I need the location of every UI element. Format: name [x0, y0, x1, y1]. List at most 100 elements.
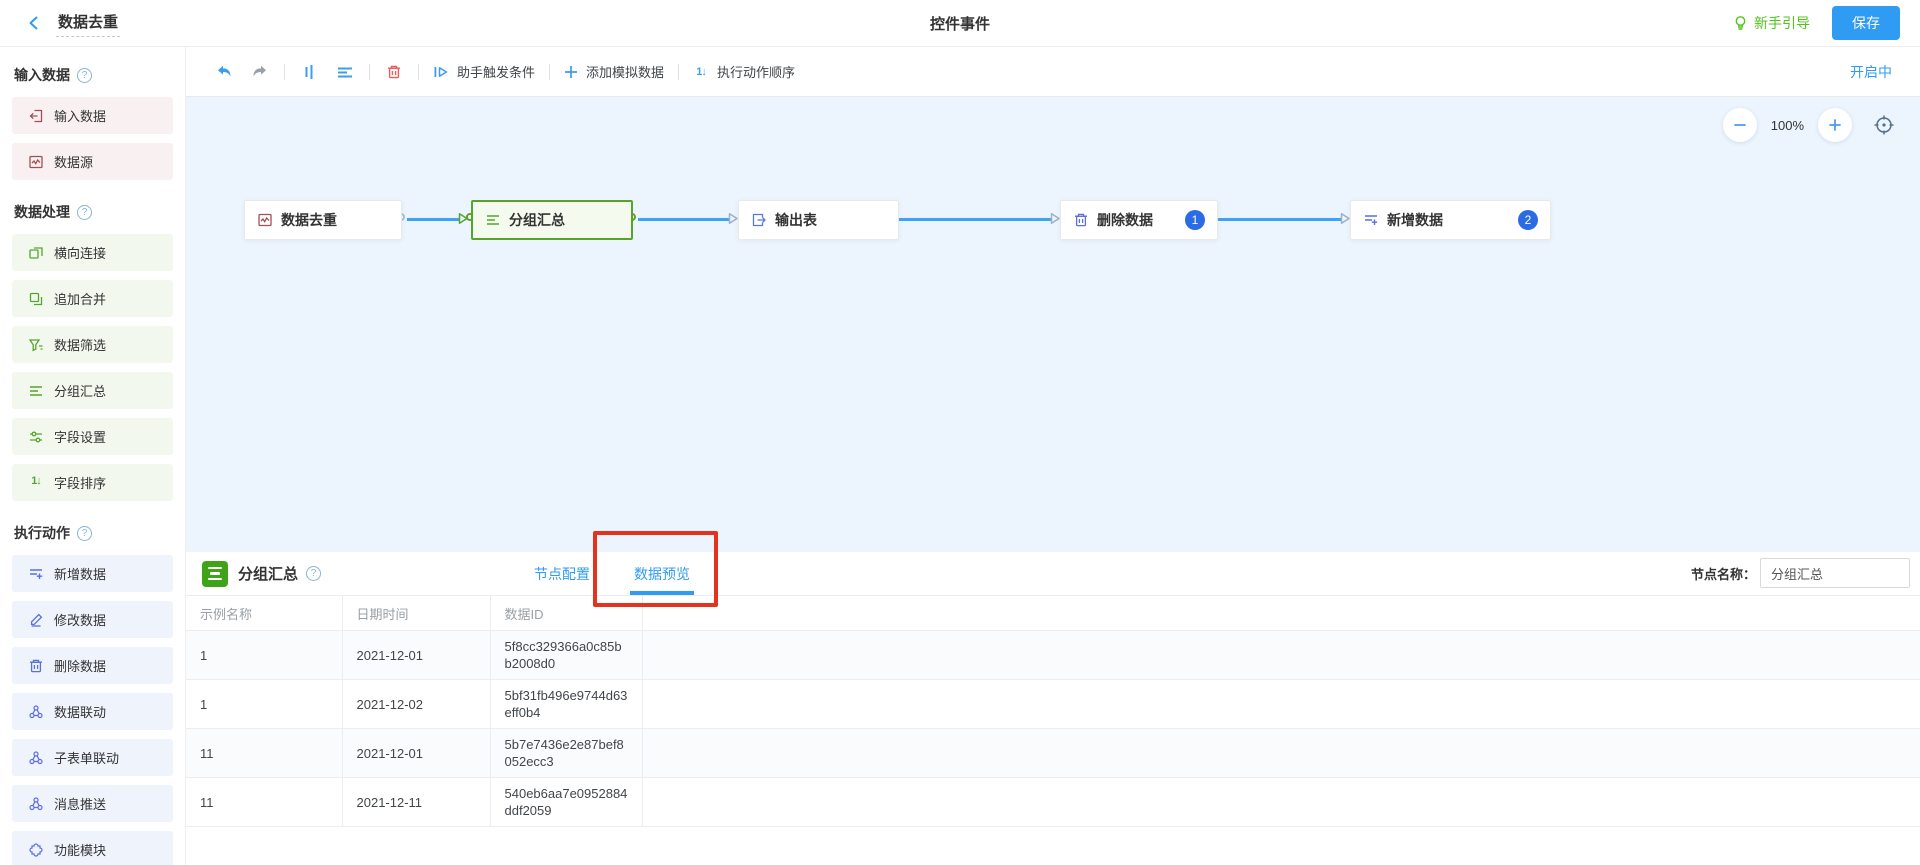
flow-node-group-summary[interactable]: 分组汇总 — [471, 200, 633, 240]
panel-tabs: 节点配置 数据预览 — [530, 552, 694, 595]
dedupe-node-icon — [257, 212, 273, 228]
help-icon[interactable] — [77, 68, 92, 83]
cell-sample-name: 1 — [186, 631, 342, 680]
sidebar-item-group-summary[interactable]: 分组汇总 — [12, 372, 173, 409]
sidebar-item-input-data[interactable]: 输入数据 — [12, 97, 173, 134]
align-vertical-button[interactable] — [299, 62, 319, 82]
locate-center-button[interactable] — [1872, 113, 1896, 137]
align-vertical-icon — [301, 64, 317, 80]
sidebar-item-message-push[interactable]: 消息推送 — [12, 785, 173, 822]
connector-arrow-icon — [458, 212, 469, 225]
table-row[interactable]: 1 2021-12-02 5bf31fb496e9744d63eff0b4 — [186, 680, 1920, 729]
panel-title: 分组汇总 — [238, 563, 298, 584]
message-push-icon — [28, 796, 44, 812]
zoom-out-icon — [1733, 118, 1747, 132]
flow-canvas[interactable]: 100% 数据去重 — [186, 97, 1920, 552]
field-settings-icon — [28, 429, 44, 445]
redo-icon — [251, 64, 269, 79]
column-header-empty — [642, 596, 1920, 631]
group-summary-panel-icon — [202, 561, 228, 587]
tab-node-config[interactable]: 节点配置 — [530, 552, 594, 595]
connector-line — [1218, 218, 1342, 221]
assistant-trigger-button[interactable]: 助手触发条件 — [433, 62, 535, 81]
sidebar-section-actions: 执行动作 新增数据 修改数据 删除数据 数据联动 子表单联动 — [12, 523, 173, 865]
help-icon[interactable] — [306, 566, 321, 581]
delete-data-icon — [28, 658, 44, 674]
group-node-icon — [485, 212, 501, 228]
delete-node-icon — [1073, 212, 1089, 228]
preview-table: 示例名称 日期时间 数据ID 1 2021-12-01 5f8cc329366a… — [186, 595, 1920, 827]
sidebar-section-input: 输入数据 输入数据 数据源 — [12, 65, 173, 180]
align-horizontal-button[interactable] — [335, 62, 355, 82]
flow-node-output-table[interactable]: 输出表 — [738, 200, 899, 240]
flow-status[interactable]: 开启中 — [1850, 62, 1892, 82]
sidebar-item-field-settings[interactable]: 字段设置 — [12, 418, 173, 455]
output-table-icon — [751, 212, 767, 228]
datasource-icon — [28, 154, 44, 170]
sidebar-item-delete-data[interactable]: 删除数据 — [12, 647, 173, 684]
crosshair-icon — [1872, 113, 1896, 137]
flow-node-delete-data[interactable]: 删除数据 1 — [1060, 200, 1218, 240]
filter-icon — [28, 337, 44, 353]
node-name-field: 节点名称： — [1691, 558, 1910, 588]
cell-date: 2021-12-01 — [342, 729, 490, 778]
undo-button[interactable] — [214, 62, 234, 82]
redo-button[interactable] — [250, 62, 270, 82]
function-module-icon — [28, 842, 44, 858]
zoom-in-icon — [1828, 118, 1842, 132]
sidebar-item-append-merge[interactable]: 追加合并 — [12, 280, 173, 317]
flow-node-dedupe[interactable]: 数据去重 — [244, 200, 402, 240]
cell-sample-name: 11 — [186, 778, 342, 827]
subform-linkage-icon — [28, 750, 44, 766]
cell-sample-name: 1 — [186, 680, 342, 729]
tab-data-preview[interactable]: 数据预览 — [630, 552, 694, 595]
help-icon[interactable] — [77, 526, 92, 541]
node-name-input[interactable] — [1760, 558, 1910, 588]
back-button[interactable] — [20, 9, 48, 37]
table-row[interactable]: 11 2021-12-11 540eb6aa7e0952884ddf2059 — [186, 778, 1920, 827]
node-order-badge: 1 — [1185, 210, 1205, 230]
sidebar-item-edit-data[interactable]: 修改数据 — [12, 601, 173, 638]
add-mock-data-button[interactable]: 添加模拟数据 — [564, 62, 664, 81]
add-mock-data-label: 添加模拟数据 — [586, 62, 664, 81]
node-label: 新增数据 — [1387, 210, 1443, 230]
flow-node-add-data[interactable]: 新增数据 2 — [1350, 200, 1551, 240]
page-title: 控件事件 — [930, 13, 990, 34]
sidebar-item-data-linkage[interactable]: 数据联动 — [12, 693, 173, 730]
action-order-button[interactable]: 执行动作顺序 — [693, 62, 795, 81]
beginner-guide-label: 新手引导 — [1754, 13, 1810, 33]
add-node-icon — [1363, 212, 1379, 228]
table-row[interactable]: 11 2021-12-01 5b7e7436e2e87bef8052ecc3 — [186, 729, 1920, 778]
save-button[interactable]: 保存 — [1832, 6, 1900, 40]
append-merge-icon — [28, 291, 44, 307]
help-icon[interactable] — [77, 205, 92, 220]
assistant-trigger-icon — [433, 64, 449, 80]
table-row[interactable]: 1 2021-12-01 5f8cc329366a0c85bb2008d0 — [186, 631, 1920, 680]
cell-data-id: 5b7e7436e2e87bef8052ecc3 — [490, 729, 642, 778]
sidebar-item-function-module[interactable]: 功能模块 — [12, 831, 173, 865]
zoom-out-button[interactable] — [1723, 108, 1757, 142]
cell-data-id: 540eb6aa7e0952884ddf2059 — [490, 778, 642, 827]
sidebar-item-add-data[interactable]: 新增数据 — [12, 555, 173, 592]
group-summary-icon — [28, 383, 44, 399]
assistant-trigger-label: 助手触发条件 — [457, 62, 535, 81]
import-icon — [28, 108, 44, 124]
horizontal-join-icon — [28, 245, 44, 261]
sidebar-item-subform-linkage[interactable]: 子表单联动 — [12, 739, 173, 776]
zoom-in-button[interactable] — [1818, 108, 1852, 142]
column-header: 示例名称 — [186, 596, 342, 631]
add-data-icon — [28, 566, 44, 582]
flow-title[interactable]: 数据去重 — [56, 9, 120, 37]
delete-node-button[interactable] — [384, 62, 404, 82]
sidebar-item-data-filter[interactable]: 数据筛选 — [12, 326, 173, 363]
cell-date: 2021-12-01 — [342, 631, 490, 680]
sidebar-item-field-sort[interactable]: 字段排序 — [12, 464, 173, 501]
beginner-guide-button[interactable]: 新手引导 — [1733, 13, 1810, 33]
section-title-actions: 执行动作 — [14, 523, 173, 543]
table-header-row: 示例名称 日期时间 数据ID — [186, 596, 1920, 631]
sidebar-item-horizontal-join[interactable]: 横向连接 — [12, 234, 173, 271]
back-chevron-icon — [26, 15, 42, 31]
node-name-label: 节点名称： — [1691, 564, 1756, 583]
sidebar-item-datasource[interactable]: 数据源 — [12, 143, 173, 180]
cell-date: 2021-12-02 — [342, 680, 490, 729]
